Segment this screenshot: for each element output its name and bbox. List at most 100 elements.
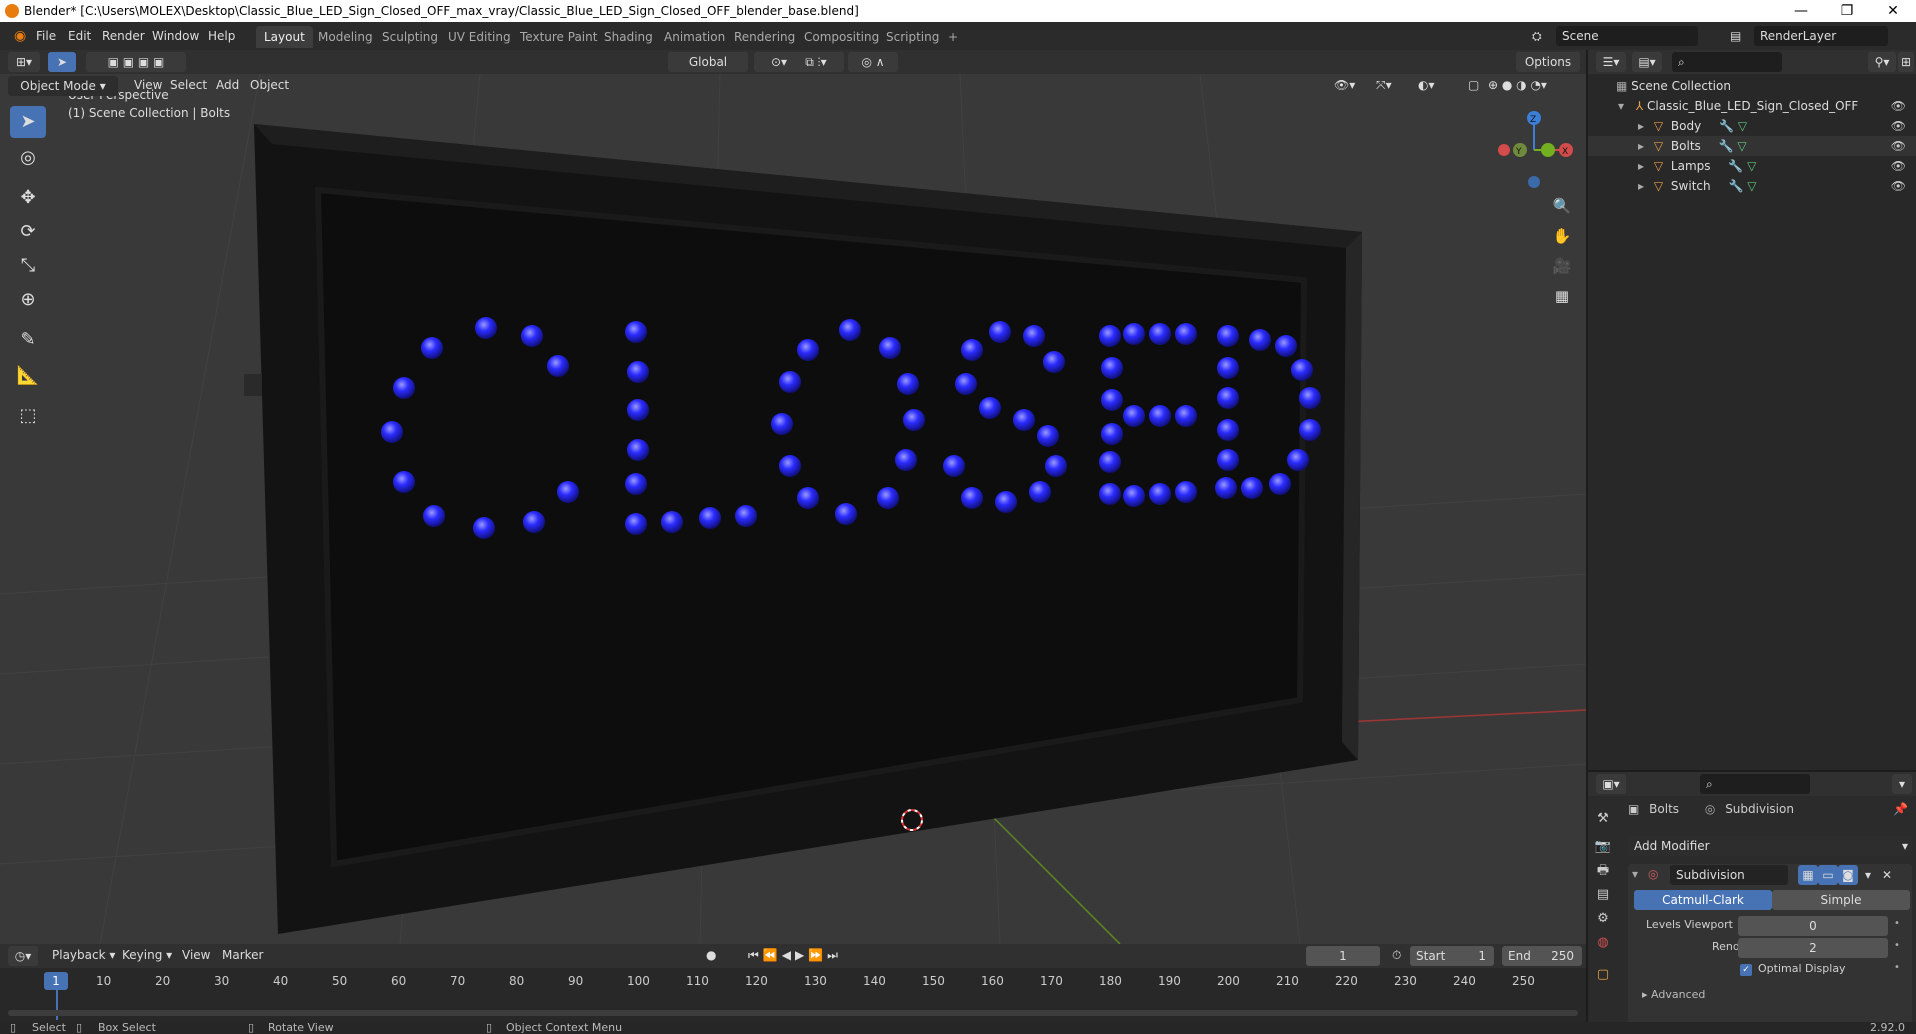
modifier-dropdown-icon[interactable]: ▾	[1860, 865, 1876, 885]
add-cube-tool-icon[interactable]: ⬚	[10, 400, 46, 432]
visibility-eye-icon[interactable]: 👁	[1891, 96, 1906, 116]
timeline-menu-marker[interactable]: Marker	[216, 946, 269, 964]
visibility-eye-icon[interactable]: 👁	[1891, 136, 1906, 156]
modifier-remove-icon[interactable]: ✕	[1878, 865, 1896, 885]
snap-icon[interactable]: ⧉ ⫶▾	[788, 52, 844, 72]
viewport-toggle-icon[interactable]: ▭	[1818, 865, 1838, 885]
render-toggle-icon[interactable]: ◙	[1838, 865, 1858, 885]
timeline-menu-playback[interactable]: Playback ▾	[46, 946, 121, 964]
editor-type-button[interactable]: ⊞▾	[8, 52, 40, 72]
filter-icon[interactable]: ⚲▾	[1868, 52, 1896, 72]
current-frame-field[interactable]: 1	[1306, 946, 1380, 966]
workspace-tab-shading[interactable]: Shading	[596, 26, 661, 48]
view-layer-tab-icon[interactable]: ▤	[1592, 884, 1614, 906]
keyframe-dot-icon[interactable]: •	[1894, 918, 1900, 929]
scene-selector[interactable]: Scene	[1556, 26, 1698, 46]
menu-file[interactable]: File	[30, 27, 62, 45]
ortho-grid-icon[interactable]: ▦	[1548, 282, 1576, 310]
proportional-edit-icon[interactable]: ◎ ∧	[848, 52, 898, 72]
timeline-editor-type-icon[interactable]: ◷▾	[8, 946, 38, 966]
advanced-subpanel[interactable]: ▸ Advanced	[1642, 988, 1705, 1001]
record-icon[interactable]: ●	[700, 946, 722, 964]
timeline-scrollbar[interactable]	[8, 1010, 1578, 1016]
restore-button[interactable]: ❐	[1824, 0, 1870, 22]
render-layer-icon[interactable]: ▤	[1724, 27, 1747, 45]
scene-icon[interactable]: ⛭	[1526, 27, 1548, 45]
viewport-menu-select[interactable]: Select	[164, 76, 213, 94]
tool-tab-icon[interactable]: ⚒	[1592, 808, 1614, 830]
render-tab-icon[interactable]: 📷	[1592, 836, 1614, 858]
output-tab-icon[interactable]: 🖶	[1592, 860, 1614, 882]
tree-row-object[interactable]: ▾ ⅄ Classic_Blue_LED_Sign_Closed_OFF 👁	[1588, 96, 1916, 116]
new-collection-icon[interactable]: ⊞	[1898, 52, 1914, 72]
tree-row-bolts[interactable]: ▸ ▽ Bolts 🔧 ▽ 👁	[1588, 136, 1916, 156]
move-tool-icon[interactable]: ✥	[10, 182, 46, 214]
shading-modes-icon[interactable]: ⊕ ● ◑ ◔▾	[1482, 76, 1553, 94]
minimize-button[interactable]: —	[1778, 0, 1824, 22]
annotate-tool-icon[interactable]: ✎	[10, 324, 46, 356]
render-levels-field[interactable]: 2	[1738, 938, 1888, 958]
properties-editor-type-icon[interactable]: ▣▾	[1596, 774, 1626, 794]
catmull-clark-button[interactable]: Catmull-Clark	[1634, 890, 1772, 910]
transform-orientation-select[interactable]: Global	[668, 52, 748, 72]
cursor-tool-icon[interactable]: ◎	[10, 142, 46, 174]
add-workspace-button[interactable]: +	[940, 26, 966, 48]
zoom-icon[interactable]: 🔍	[1548, 192, 1576, 220]
close-button[interactable]: ✕	[1870, 0, 1916, 22]
overlay-toggle-icon[interactable]: ◐▾	[1412, 76, 1441, 94]
optimal-display-checkbox[interactable]: ✓	[1740, 964, 1752, 976]
keyframe-dot-icon[interactable]: •	[1894, 962, 1900, 973]
tree-row-scene-collection[interactable]: ▦ Scene Collection	[1588, 76, 1916, 96]
gizmo-toggle-icon[interactable]: ⤧▾	[1370, 76, 1398, 94]
timeline-scrubber[interactable]: 10 20 30 40 50 60 70 80 90 100 110 120 130 140 150 160 1…	[0, 968, 1586, 1022]
tree-row-switch[interactable]: ▸ ▽ Switch 🔧 ▽ 👁	[1588, 176, 1916, 196]
edit-mode-toggle-icon[interactable]: ▦	[1798, 865, 1818, 885]
timeline-menu-view[interactable]: View	[176, 946, 216, 964]
blender-menu-icon[interactable]: ◉	[8, 27, 32, 45]
menu-window[interactable]: Window	[146, 27, 205, 45]
camera-view-icon[interactable]: 🎥	[1548, 252, 1576, 280]
playhead-frame-label[interactable]: 1	[44, 972, 68, 990]
pin-icon[interactable]: 📌	[1893, 802, 1908, 816]
preview-range-icon[interactable]: ⏱	[1386, 946, 1407, 964]
workspace-tab-layout[interactable]: Layout	[256, 26, 313, 48]
workspace-tab-modeling[interactable]: Modeling	[310, 26, 381, 48]
modifier-collapse-icon[interactable]: ▾	[1632, 867, 1638, 881]
select-box-tool-icon[interactable]: ➤	[10, 106, 46, 138]
visibility-eye-icon[interactable]: 👁	[1891, 116, 1906, 136]
scale-tool-icon[interactable]: ⤡	[10, 250, 46, 282]
timeline-menu-keying[interactable]: Keying ▾	[116, 946, 178, 964]
visibility-icon[interactable]: 👁▾	[1328, 76, 1361, 94]
outliner-search-input[interactable]: ⌕	[1672, 52, 1782, 72]
simple-button[interactable]: Simple	[1772, 890, 1910, 910]
workspace-tab-scripting[interactable]: Scripting	[878, 26, 947, 48]
viewport-menu-object[interactable]: Object	[244, 76, 295, 94]
end-frame-field[interactable]: End 250	[1502, 946, 1582, 966]
options-button[interactable]: Options	[1516, 52, 1580, 72]
tree-row-lamps[interactable]: ▸ ▽ Lamps 🔧 ▽ 👁	[1588, 156, 1916, 176]
add-modifier-button[interactable]: Add Modifier ▾	[1628, 836, 1912, 856]
select-tool-icon[interactable]: ➤	[48, 52, 76, 72]
world-tab-icon[interactable]: ◍	[1592, 932, 1614, 954]
properties-options-icon[interactable]: ▾	[1892, 774, 1912, 794]
select-mode-buttons[interactable]: ▣ ▣ ▣ ▣	[86, 52, 186, 72]
3d-viewport[interactable]: Z X Y User Perspective (1) Scene Collect…	[0, 74, 1586, 944]
transform-tool-icon[interactable]: ⊕	[10, 284, 46, 316]
outliner-editor-type-icon[interactable]: ☰▾	[1596, 52, 1626, 72]
visibility-eye-icon[interactable]: 👁	[1891, 156, 1906, 176]
viewport-menu-view[interactable]: View	[128, 76, 168, 94]
workspace-tab-texture-paint[interactable]: Texture Paint	[512, 26, 605, 48]
viewport-menu-add[interactable]: Add	[210, 76, 245, 94]
render-layer-selector[interactable]: RenderLayer	[1754, 26, 1888, 46]
pan-hand-icon[interactable]: ✋	[1548, 222, 1576, 250]
object-mode-select[interactable]: Object Mode ▾	[8, 76, 118, 96]
tree-row-body[interactable]: ▸ ▽ Body 🔧 ▽ 👁	[1588, 116, 1916, 136]
measure-tool-icon[interactable]: 📐	[10, 360, 46, 392]
menu-render[interactable]: Render	[96, 27, 151, 45]
workspace-tab-animation[interactable]: Animation	[656, 26, 733, 48]
display-mode-icon[interactable]: ▤▾	[1632, 52, 1662, 72]
menu-edit[interactable]: Edit	[62, 27, 97, 45]
playback-controls[interactable]: ⏮⏪◀▶⏩⏭	[742, 946, 848, 964]
workspace-tab-rendering[interactable]: Rendering	[726, 26, 803, 48]
levels-viewport-field[interactable]: 0	[1738, 916, 1888, 936]
